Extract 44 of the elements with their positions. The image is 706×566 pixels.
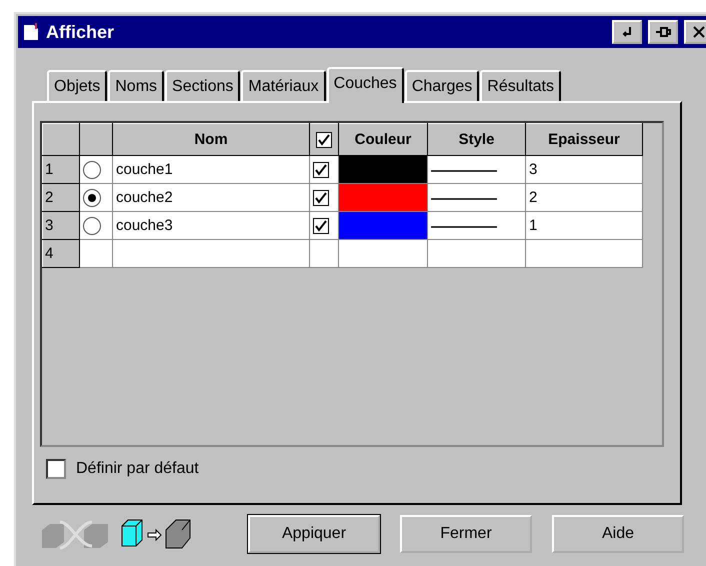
row-header[interactable]: 3 (42, 212, 80, 240)
arrow-icon (620, 25, 634, 39)
tab[interactable]: Résultats (480, 70, 561, 101)
row-header[interactable]: 4 (42, 240, 80, 268)
pushpin-icon (655, 25, 671, 39)
close-button[interactable] (684, 20, 706, 44)
dialog-button[interactable]: Appiquer (248, 515, 380, 553)
corner-header (42, 124, 80, 156)
checkbox[interactable] (316, 132, 332, 148)
close-icon (692, 25, 706, 39)
column-header: Couleur (338, 124, 428, 156)
checkbox[interactable] (313, 162, 329, 178)
column-header: Nom (112, 124, 310, 156)
dialog-button[interactable]: Aide (552, 515, 684, 553)
window-title: Afficher (46, 22, 116, 42)
tab[interactable]: Charges (404, 70, 480, 101)
table-cell: couche3 (116, 217, 173, 234)
table-cell: 3 (529, 161, 538, 178)
checkbox[interactable] (313, 218, 329, 234)
pin-button[interactable] (612, 20, 642, 44)
table-cell: couche2 (116, 189, 173, 206)
tab[interactable]: Couches (326, 67, 404, 103)
row-header[interactable]: 2 (42, 184, 80, 212)
tab[interactable]: Objets (47, 70, 108, 101)
tab[interactable]: Sections (165, 70, 240, 101)
table-cell: 1 (529, 217, 538, 234)
tab[interactable]: Noms (108, 70, 164, 101)
radio-button[interactable] (83, 188, 101, 207)
checkbox[interactable] (46, 459, 66, 479)
checkbox-label: Définir par défaut (76, 460, 199, 478)
column-header: Style (428, 124, 526, 156)
dialog-button[interactable]: Fermer (400, 515, 532, 553)
table-cell: 2 (529, 189, 538, 206)
table-cell: couche1 (116, 161, 173, 178)
row-header[interactable]: 1 (42, 156, 80, 184)
radio-button[interactable] (83, 216, 101, 235)
checkbox[interactable] (313, 190, 329, 206)
radio-button[interactable] (83, 160, 101, 179)
color-swatch[interactable] (339, 156, 427, 183)
column-header: Epaisseur (526, 124, 642, 156)
dock-button[interactable] (648, 20, 678, 44)
tab[interactable]: Matériaux (241, 70, 326, 101)
color-swatch[interactable] (339, 212, 427, 239)
color-swatch[interactable] (339, 184, 427, 211)
